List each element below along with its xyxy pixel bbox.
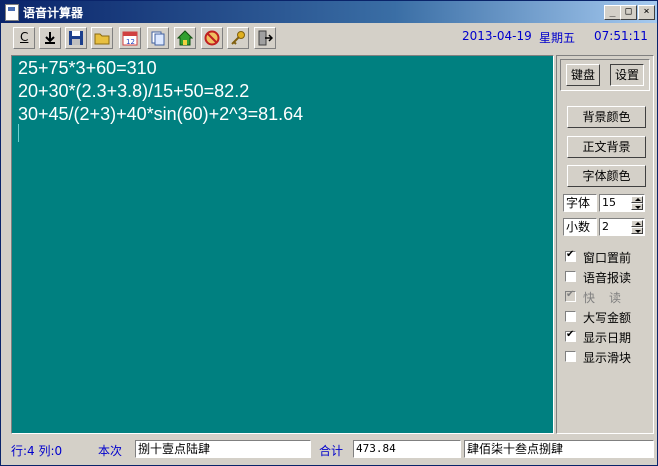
svg-text:12: 12 <box>126 38 135 46</box>
font-size-value[interactable]: 15 <box>602 196 616 209</box>
tab-settings[interactable]: 设置 <box>610 64 644 86</box>
settings-panel: 键盘 设置 背景颜色 正文背景 字体颜色 字体 15 小数 2 窗口置前语音报读… <box>556 55 654 434</box>
text-caret <box>18 124 19 142</box>
decimal-spinner[interactable]: 2 <box>599 218 645 236</box>
spin-down-icon[interactable] <box>631 227 643 234</box>
download-button[interactable] <box>39 27 61 49</box>
home-icon <box>177 30 193 46</box>
panel-tabs: 键盘 设置 <box>560 59 650 91</box>
calendar-icon: 12 <box>122 31 138 46</box>
date-display: 2013-04-19 <box>462 29 532 43</box>
checkbox-icon[interactable] <box>565 271 576 282</box>
decimal-label: 小数 <box>563 218 597 236</box>
copy-icon <box>151 31 165 46</box>
copy-button[interactable] <box>147 27 169 49</box>
key-button[interactable] <box>227 27 249 49</box>
background-color-button[interactable]: 背景颜色 <box>567 106 646 128</box>
checkbox-label: 显示日期 <box>583 331 632 345</box>
status-bar: 行:4 列:0 本次 捌十壹点陆肆 合计 473.84 肆佰柒十叁点捌肆 <box>1 435 657 465</box>
title-bar[interactable]: 语音计算器 _ □ × <box>1 1 657 23</box>
total-value: 473.84 <box>353 440 461 458</box>
tab-keyboard[interactable]: 键盘 <box>566 64 600 86</box>
checkbox-label: 语音报读 <box>583 271 632 285</box>
spin-up-icon[interactable] <box>631 220 643 227</box>
font-color-button[interactable]: 字体颜色 <box>567 165 646 187</box>
checkbox-label: 快读 <box>583 291 636 305</box>
total-amount-words: 肆佰柒十叁点捌肆 <box>464 440 654 458</box>
mute-button[interactable] <box>201 27 223 49</box>
checkbox-icon[interactable] <box>565 329 576 342</box>
calculator-editor[interactable]: 25+75*3+60=310 20+30*(2.3+3.8)/15+50=82.… <box>11 55 554 434</box>
spin-down-icon[interactable] <box>631 203 643 210</box>
minimize-button[interactable]: _ <box>604 5 621 20</box>
calendar-button[interactable]: 12 <box>119 27 141 49</box>
checkbox-icon <box>565 289 576 302</box>
decimal-arrows[interactable] <box>631 220 643 234</box>
total-label: 合计 <box>319 444 344 458</box>
spin-up-icon[interactable] <box>631 196 643 203</box>
window-title: 语音计算器 <box>23 6 84 20</box>
checkbox-icon[interactable] <box>565 311 576 322</box>
home-button[interactable] <box>174 27 196 49</box>
exit-icon <box>258 30 273 46</box>
expression-line-1[interactable]: 25+75*3+60=310 <box>18 58 157 79</box>
cursor-position: 行:4 列:0 <box>11 444 63 458</box>
open-folder-icon <box>94 33 110 45</box>
current-amount-words: 捌十壹点陆肆 <box>135 440 311 458</box>
save-button[interactable] <box>65 27 87 49</box>
clear-button[interactable]: C <box>13 27 35 49</box>
weekday-display: 星期五 <box>539 31 576 45</box>
checkbox-label: 大写金额 <box>583 311 632 325</box>
save-icon <box>69 31 83 45</box>
clear-icon: C <box>20 30 29 44</box>
app-window: 语音计算器 _ □ × C 12 2013-04-19 星期五 07:51:11… <box>0 0 658 466</box>
current-label: 本次 <box>98 444 123 458</box>
font-size-spinner[interactable]: 15 <box>599 194 645 212</box>
key-icon <box>231 31 245 45</box>
text-background-button[interactable]: 正文背景 <box>567 136 646 158</box>
open-button[interactable] <box>91 27 113 49</box>
decimal-value[interactable]: 2 <box>602 220 609 233</box>
checkbox-icon[interactable] <box>565 351 576 362</box>
exit-button[interactable] <box>254 27 276 49</box>
font-size-label: 字体 <box>563 194 597 212</box>
checkbox-label: 显示滑块 <box>583 351 632 365</box>
checkbox-icon[interactable] <box>565 249 576 262</box>
close-button[interactable]: × <box>638 5 655 20</box>
expression-line-3[interactable]: 30+45/(2+3)+40*sin(60)+2^3=81.64 <box>18 104 303 125</box>
time-display: 07:51:11 <box>594 29 648 43</box>
checkbox-label: 窗口置前 <box>583 251 632 265</box>
font-size-arrows[interactable] <box>631 196 643 210</box>
maximize-button[interactable]: □ <box>620 5 637 20</box>
app-icon <box>5 4 19 21</box>
expression-line-2[interactable]: 20+30*(2.3+3.8)/15+50=82.2 <box>18 81 249 102</box>
mute-icon <box>204 30 220 46</box>
download-icon <box>45 32 55 44</box>
toolbar: C 12 2013-04-19 星期五 07:51:11 <box>1 23 657 53</box>
